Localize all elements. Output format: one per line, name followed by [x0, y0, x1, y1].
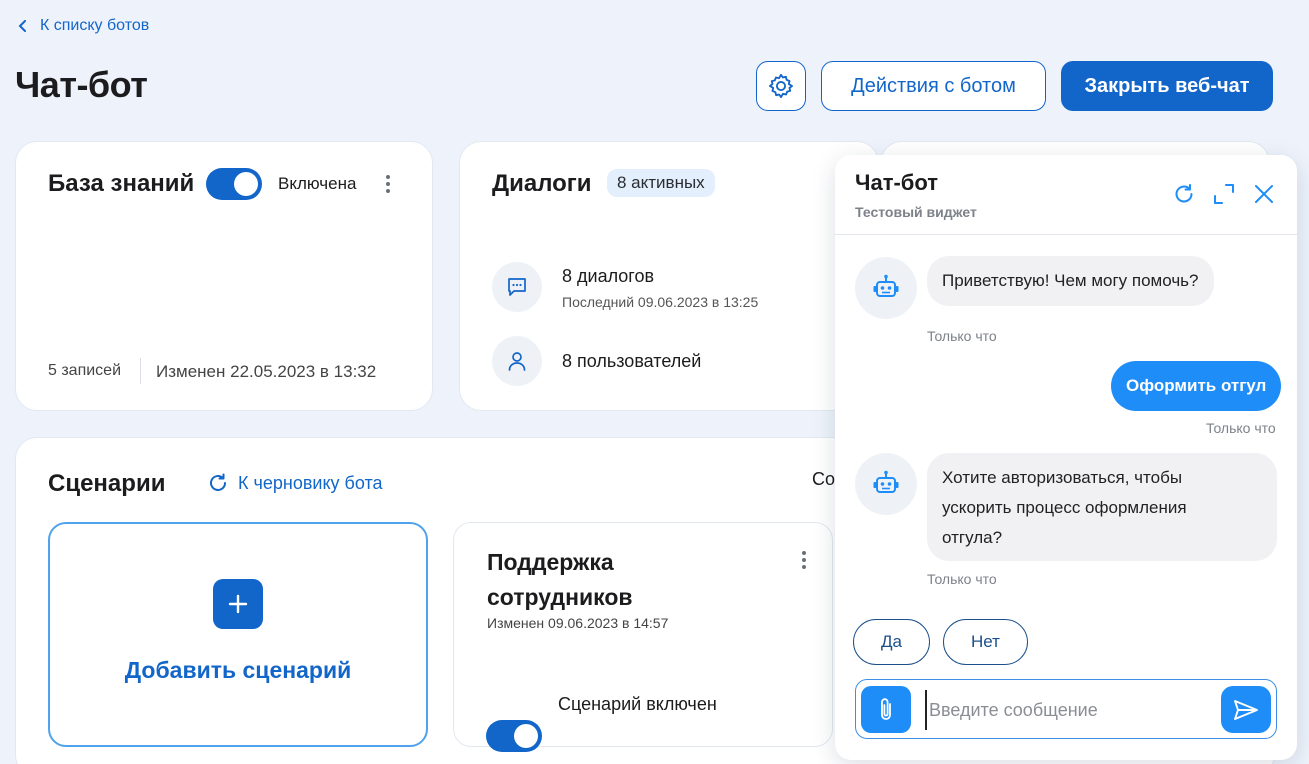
knowledge-base-status: Включена — [278, 174, 357, 193]
settings-button[interactable] — [756, 61, 806, 111]
scenario-menu-icon[interactable] — [798, 551, 810, 569]
expand-icon — [1214, 184, 1234, 204]
draft-link-label: К черновику бота — [238, 472, 383, 493]
scenario-toggle-label: Сценарий включен — [558, 694, 717, 714]
scenario-title-line2: сотрудников — [487, 584, 633, 610]
user-icon — [508, 352, 526, 371]
draft-link[interactable]: К черновику бота — [206, 471, 383, 495]
chat-bubble-icon — [508, 278, 526, 296]
users-count: 8 пользователей — [562, 351, 702, 371]
knowledge-modified-date: Изменен 22.05.2023 в 13:32 — [156, 362, 377, 381]
message-time: Только что — [927, 571, 997, 587]
bot-message: Хотите авторизоваться, чтобы ускорить пр… — [927, 453, 1277, 561]
send-button[interactable] — [1221, 686, 1271, 733]
last-dialog-date: Последний 09.06.2023 в 13:25 — [562, 294, 759, 310]
gear-icon — [768, 73, 794, 99]
refresh-chat-button[interactable] — [1172, 182, 1196, 211]
chat-header-divider — [835, 234, 1297, 235]
bot-message-line: ускорить процесс оформления — [942, 498, 1187, 517]
chat-title: Чат-бот — [855, 170, 939, 195]
knowledge-base-toggle[interactable] — [206, 168, 262, 200]
partial-text: Со — [812, 469, 836, 489]
bot-message: Приветствую! Чем могу помочь? — [927, 256, 1214, 306]
refresh-icon — [1175, 184, 1193, 203]
refresh-icon — [210, 473, 226, 491]
plus-icon — [228, 594, 248, 614]
divider — [140, 358, 141, 384]
bot-message-line: Хотите авторизоваться, чтобы — [942, 468, 1183, 487]
robot-icon — [873, 274, 899, 297]
knowledge-records-count: 5 записей — [48, 362, 122, 379]
close-icon — [1255, 185, 1273, 203]
dialogs-count: 8 диалогов — [562, 266, 655, 286]
add-scenario-label[interactable]: Добавить сценарий — [48, 657, 428, 684]
back-link-label: К списку ботов — [40, 17, 150, 34]
bot-avatar — [855, 257, 917, 319]
message-input[interactable] — [925, 690, 1215, 730]
scenario-toggle[interactable] — [486, 720, 542, 752]
message-time: Только что — [1206, 420, 1276, 436]
knowledge-menu-icon[interactable] — [382, 175, 394, 193]
paperclip-icon — [881, 697, 891, 720]
scenarios-title: Сценарии — [48, 470, 166, 497]
bot-avatar — [855, 453, 917, 515]
bot-message-line: отгула? — [942, 528, 1003, 547]
close-webchat-button[interactable]: Закрыть веб-чат — [1061, 61, 1273, 111]
scenario-modified-date: Изменен 09.06.2023 в 14:57 — [487, 615, 669, 631]
back-to-bots-link[interactable]: К списку ботов — [18, 17, 149, 35]
bot-actions-button[interactable]: Действия с ботом — [821, 61, 1046, 111]
active-dialogs-badge: 8 активных — [607, 169, 715, 197]
send-icon — [1234, 699, 1258, 720]
user-message: Оформить отгул — [1111, 361, 1282, 411]
dialogs-icon-wrap — [492, 262, 542, 312]
attach-button[interactable] — [861, 686, 911, 733]
expand-chat-button[interactable] — [1212, 182, 1236, 211]
dialogs-title: Диалоги — [492, 170, 592, 197]
users-icon-wrap — [492, 336, 542, 386]
scenario-title: Поддержка сотрудников — [487, 545, 633, 615]
add-scenario-card[interactable] — [48, 522, 428, 747]
chevron-left-icon — [18, 20, 26, 32]
quick-reply-no[interactable]: Нет — [943, 619, 1028, 665]
quick-reply-yes[interactable]: Да — [853, 619, 930, 665]
message-time: Только что — [927, 328, 997, 344]
chat-subtitle: Тестовый виджет — [855, 204, 977, 220]
page-title: Чат-бот — [15, 64, 148, 105]
close-chat-button[interactable] — [1252, 182, 1276, 211]
add-scenario-plus-button[interactable] — [213, 579, 263, 629]
scenario-title-line1: Поддержка — [487, 549, 614, 575]
knowledge-base-title: База знаний — [48, 170, 195, 197]
robot-icon — [873, 470, 899, 493]
